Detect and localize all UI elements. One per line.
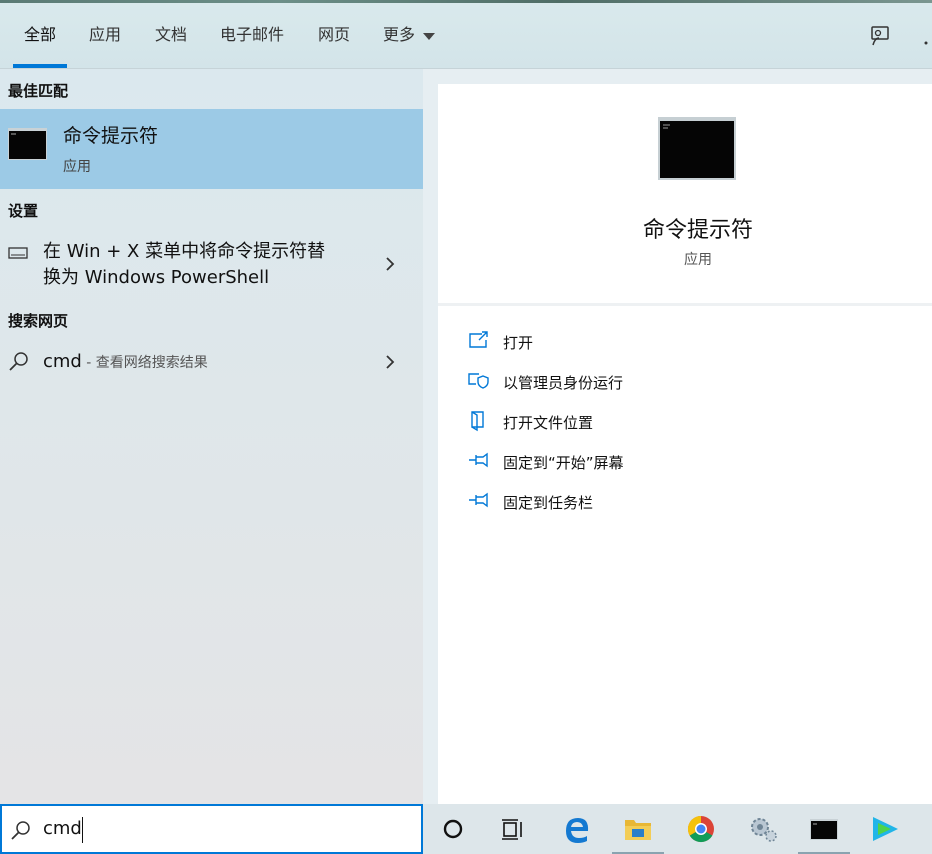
web-result-suffix: - 查看网络搜索结果 [81,355,208,371]
tab-web[interactable]: 网页 [318,3,350,68]
action-pin-to-taskbar-label: 固定到任务栏 [503,494,594,512]
edge-icon[interactable] [561,814,593,844]
chevron-right-icon[interactable] [384,354,396,370]
section-best-match: 最佳匹配 [8,82,69,100]
pin-icon [469,492,488,508]
command-prompt-icon [8,128,47,160]
file-explorer-icon[interactable] [612,814,664,854]
tab-apps[interactable]: 应用 [89,3,121,68]
tab-documents[interactable]: 文档 [155,3,187,68]
chevron-down-icon [423,4,436,68]
task-view-icon[interactable] [497,814,529,844]
tab-more[interactable]: 更多 [383,3,436,68]
run-as-admin-icon [468,373,489,389]
best-match-result[interactable]: 命令提示符 应用 [0,109,423,189]
detail-subtitle: 应用 [684,252,712,268]
search-icon [9,352,28,371]
action-open-file-location-label: 打开文件位置 [503,414,594,432]
file-location-icon [471,411,484,432]
section-web: 搜索网页 [8,312,69,330]
taskbar [423,804,932,854]
video-app-icon[interactable] [869,814,901,844]
divider [438,303,932,306]
chrome-icon[interactable] [685,814,717,844]
search-icon [11,821,30,840]
open-icon [469,331,488,348]
feedback-icon[interactable] [869,25,891,51]
detail-title: 命令提示符 [642,218,753,243]
settings-result-line2: 换为 Windows PowerShell [43,267,270,288]
search-box[interactable]: cmd [0,804,423,854]
tab-more-label: 更多 [383,25,416,44]
search-scope-tabs: 全部 应用 文档 电子邮件 网页 更多 [0,3,932,69]
text-cursor [82,817,83,843]
action-run-as-admin-label: 以管理员身份运行 [503,374,624,392]
settings-result-line1: 在 Win + X 菜单中将命令提示符替 [43,241,326,262]
command-prompt-large-icon [658,117,736,180]
command-prompt-icon[interactable] [798,814,850,854]
web-result[interactable]: cmd - 查看网络搜索结果 [0,349,423,377]
settings-result[interactable]: 在 Win + X 菜单中将命令提示符替 换为 Windows PowerShe… [0,239,423,294]
action-pin-to-start-label: 固定到“开始”屏幕 [503,454,624,472]
action-open-label: 打开 [503,334,534,352]
more-options-icon[interactable] [922,32,930,51]
keyboard-icon [8,247,28,259]
section-settings: 设置 [8,202,39,220]
tab-all[interactable]: 全部 [12,3,68,68]
pin-icon [469,452,488,468]
tab-email[interactable]: 电子邮件 [220,3,284,68]
chevron-right-icon[interactable] [384,256,396,272]
web-result-query: cmd [43,351,82,372]
search-input[interactable]: cmd [43,818,82,839]
best-match-subtitle: 应用 [63,159,91,175]
cortana-icon[interactable] [437,814,469,844]
settings-icon[interactable] [747,814,779,844]
best-match-title: 命令提示符 [63,125,159,147]
detail-pane: 命令提示符 应用 打开 以管理员身份运行 打开文件位置 固定到“开始”屏幕 固定… [438,84,932,804]
results-pane: 最佳匹配 命令提示符 应用 设置 在 Win + X 菜单中将命令提示符替 换为… [0,69,423,804]
